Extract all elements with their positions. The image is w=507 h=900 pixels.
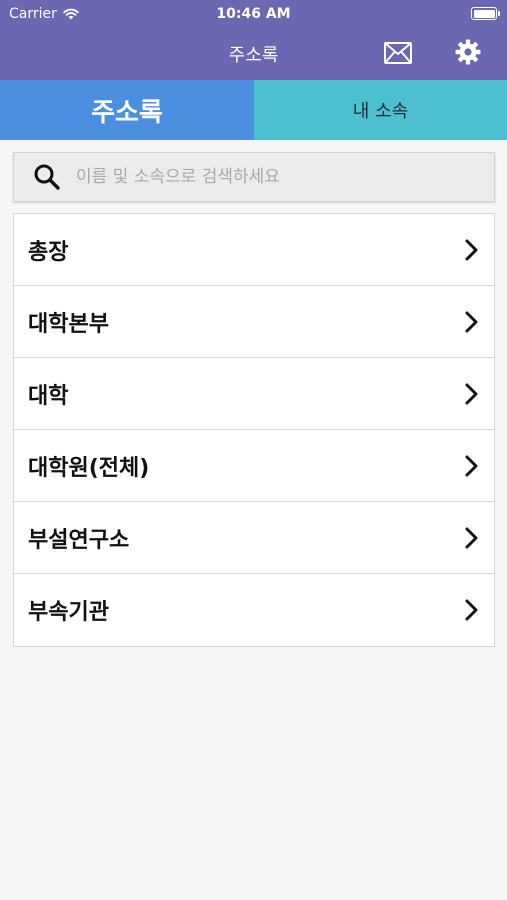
- settings-button[interactable]: [454, 38, 482, 66]
- mail-icon: [384, 42, 412, 64]
- list-item-president[interactable]: 총장: [14, 214, 494, 286]
- list-item-research-institutes[interactable]: 부설연구소: [14, 502, 494, 574]
- list-item-label: 대학원(전체): [28, 455, 150, 481]
- tab-address-book-label: 주소록: [91, 97, 163, 128]
- page-title: 주소록: [228, 45, 279, 66]
- search-bar: [13, 152, 495, 202]
- chevron-right-icon: [465, 311, 478, 333]
- search-icon: [34, 164, 60, 190]
- list-item-label: 부설연구소: [28, 527, 130, 553]
- list-item-affiliated-institutions[interactable]: 부속기관: [14, 574, 494, 646]
- tab-my-affiliation[interactable]: 내 소속: [254, 80, 507, 140]
- navigation-bar: 주소록: [0, 28, 507, 80]
- list-item-graduate-schools[interactable]: 대학원(전체): [14, 430, 494, 502]
- chevron-right-icon: [465, 455, 478, 477]
- chevron-right-icon: [465, 239, 478, 261]
- category-list: 총장 대학본부 대학 대학원(전체) 부설연구소 부속기관: [13, 213, 495, 647]
- battery-icon: [471, 7, 500, 20]
- chevron-right-icon: [465, 527, 478, 549]
- list-item-label: 대학본부: [28, 311, 109, 337]
- list-item-university-headquarters[interactable]: 대학본부: [14, 286, 494, 358]
- tab-my-affiliation-label: 내 소속: [352, 101, 409, 122]
- list-item-label: 부속기관: [28, 600, 109, 625]
- tab-bar: 주소록 내 소속: [0, 80, 507, 140]
- status-time: 10:46 AM: [216, 6, 291, 22]
- search-input[interactable]: [76, 167, 476, 187]
- chevron-right-icon: [465, 383, 478, 405]
- list-item-label: 총장: [28, 239, 69, 265]
- tab-address-book[interactable]: 주소록: [0, 80, 254, 140]
- mail-button[interactable]: [383, 40, 413, 66]
- list-item-label: 대학: [28, 383, 69, 409]
- list-item-colleges[interactable]: 대학: [14, 358, 494, 430]
- chevron-right-icon: [465, 599, 478, 621]
- gear-icon: [455, 39, 481, 65]
- status-bar: Carrier 10:46 AM: [0, 0, 507, 28]
